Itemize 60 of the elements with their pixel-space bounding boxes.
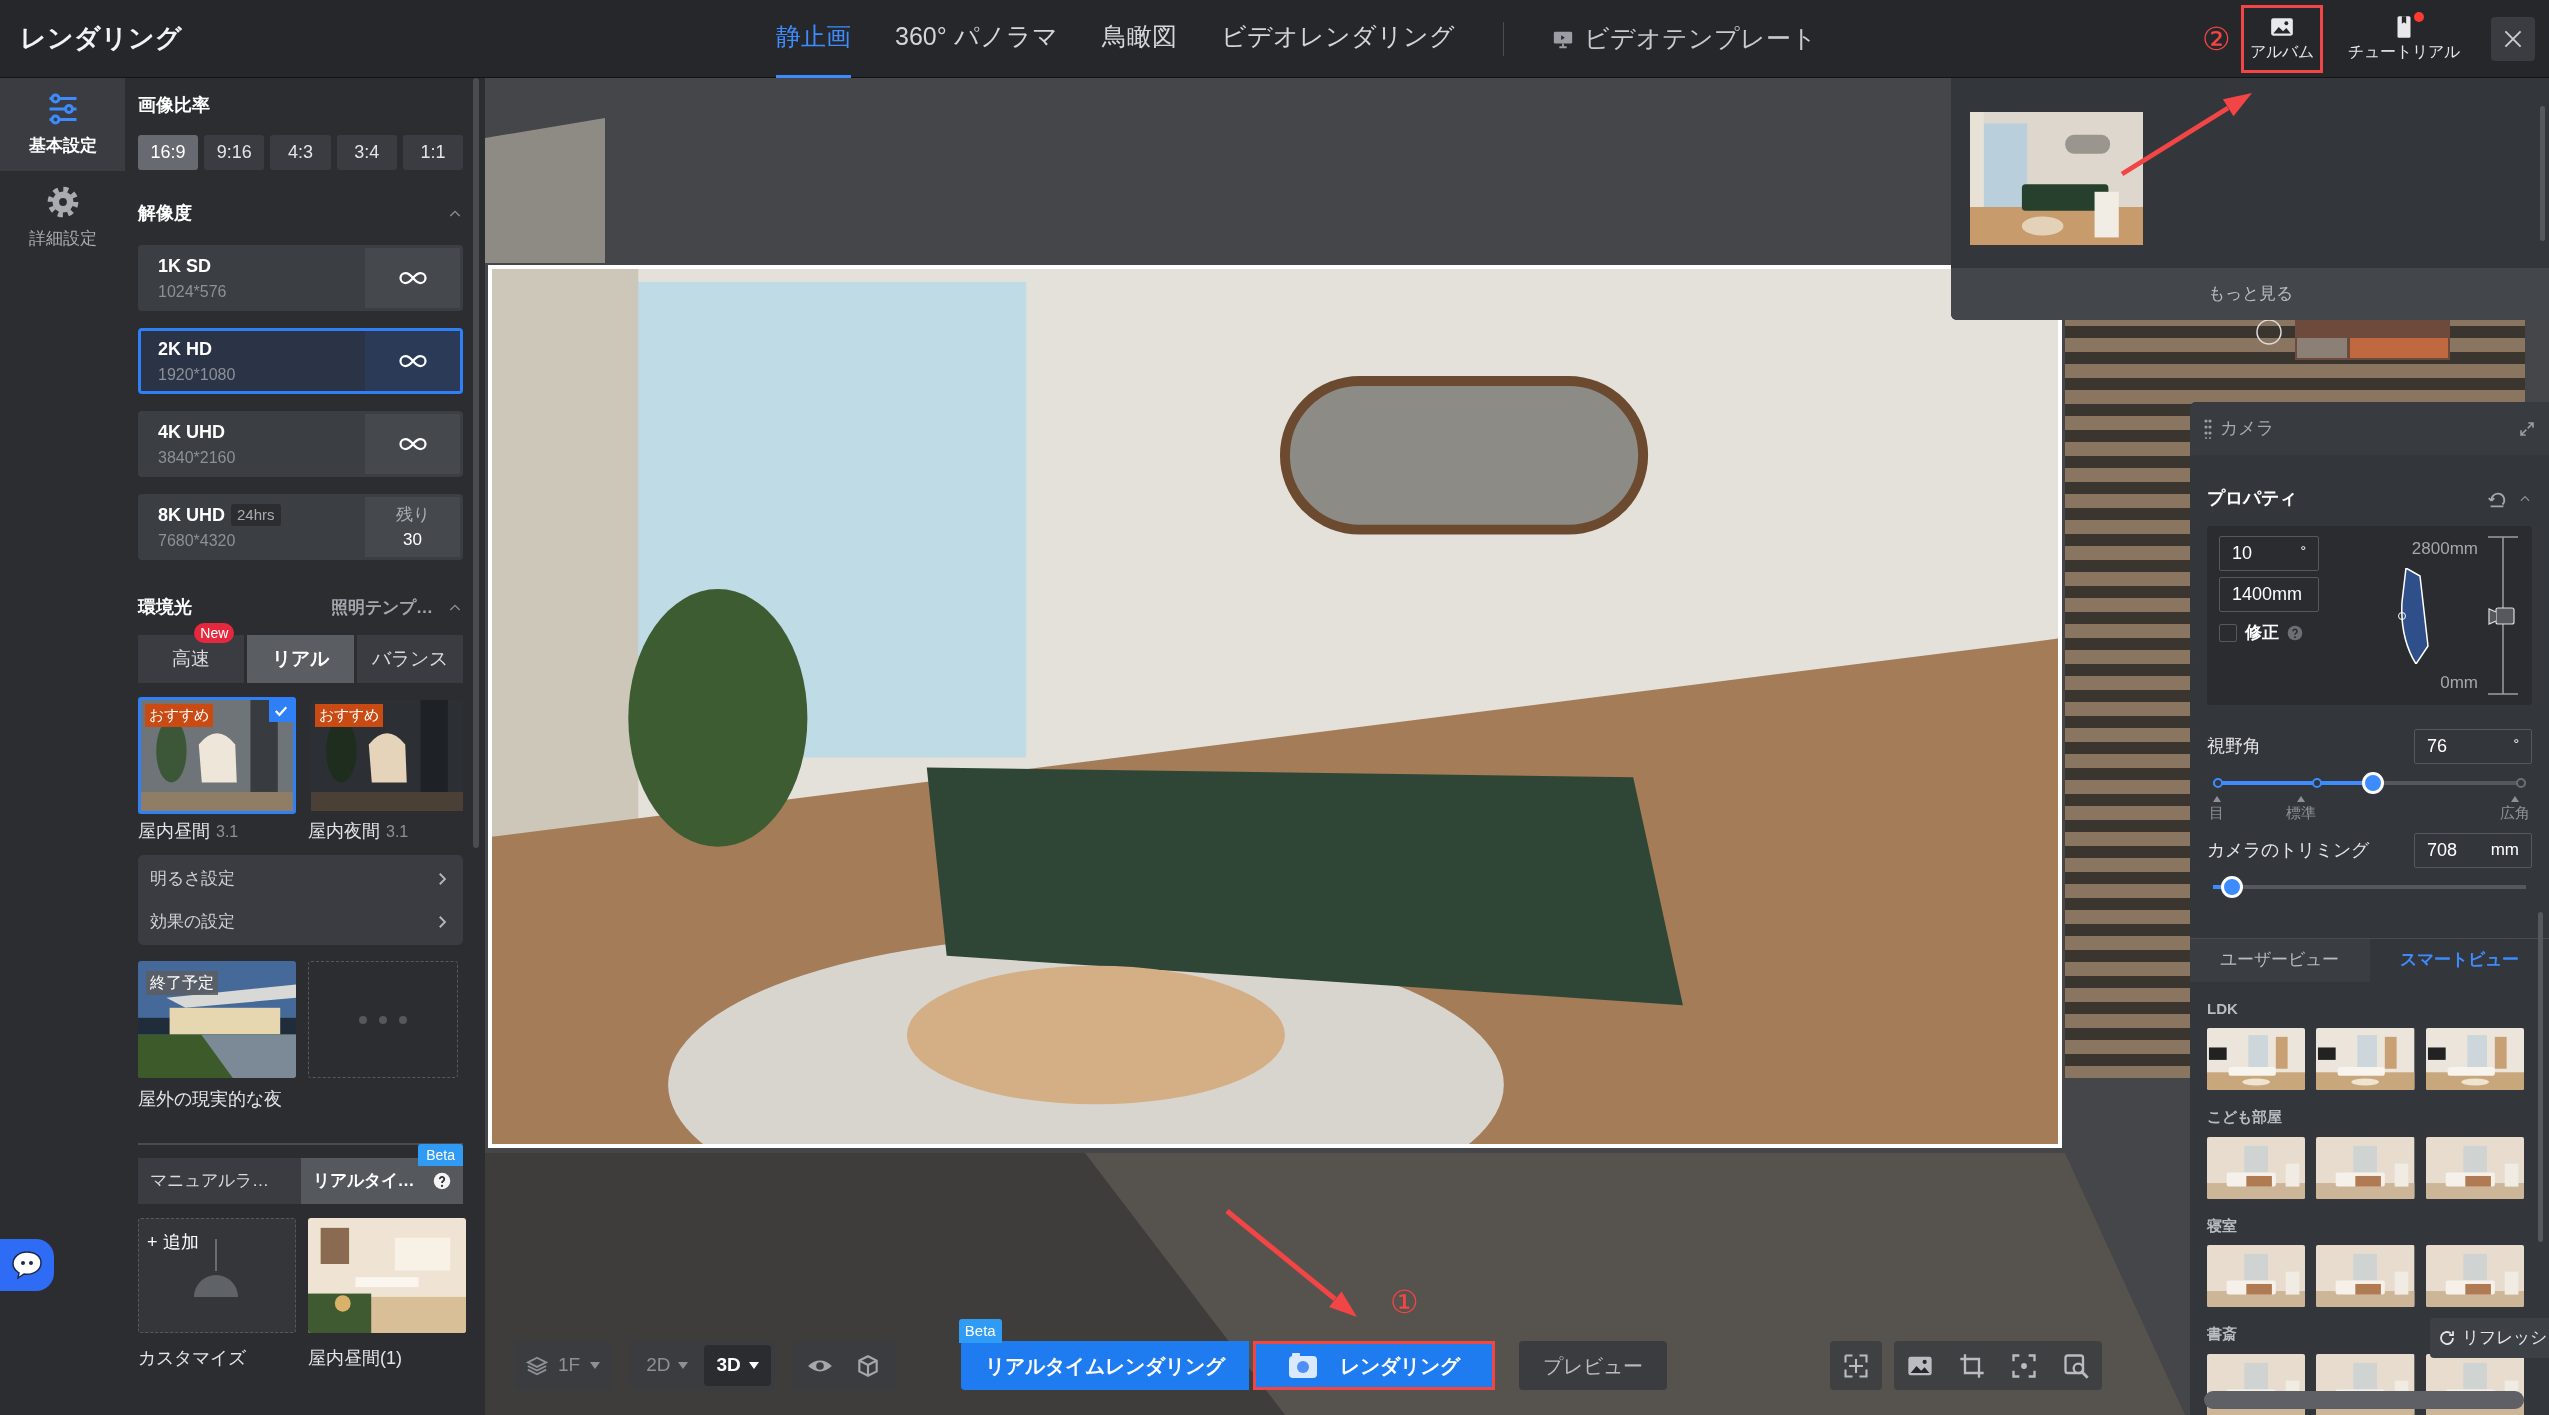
resolution-size: 1920*1080 bbox=[158, 364, 237, 385]
recommend-tag: おすすめ bbox=[315, 704, 383, 727]
lighting-mode-tab[interactable]: バランス bbox=[356, 635, 463, 683]
resolution-option[interactable]: 1K SD 1024*576 bbox=[138, 245, 463, 311]
mode-tab[interactable]: ビデオレンダリング bbox=[1220, 0, 1455, 78]
resolution-name: 2K HD bbox=[158, 337, 212, 361]
light-source-tab[interactable]: マニュアルラ… bbox=[138, 1158, 301, 1204]
resolution-size: 3840*2160 bbox=[158, 447, 237, 468]
beta-badge: Beta bbox=[418, 1144, 463, 1166]
ratio-option[interactable]: 3:4 bbox=[336, 135, 397, 170]
light-name: 屋内昼間(1) bbox=[308, 1347, 403, 1370]
mode-tab[interactable]: 360° パノラマ bbox=[895, 0, 1058, 78]
version-label: 3.1 bbox=[216, 822, 239, 842]
time-tag: 24hrs bbox=[231, 503, 281, 527]
mode-tab[interactable]: 鳥瞰図 bbox=[1101, 0, 1177, 78]
resolution-option[interactable]: 2K HD 1920*1080 bbox=[138, 328, 463, 394]
window-title: レンダリング bbox=[20, 22, 183, 55]
settings-row[interactable]: 明るさ設定 bbox=[138, 857, 463, 900]
ratio-option[interactable]: 4:3 bbox=[270, 135, 331, 170]
preset-card[interactable]: おすすめ bbox=[138, 697, 296, 814]
remaining-label: 残り bbox=[395, 503, 430, 526]
ratio-option[interactable]: 9:16 bbox=[204, 135, 265, 170]
add-light-button[interactable]: + 追加 bbox=[138, 1218, 296, 1333]
section-title: 環境光 bbox=[138, 596, 192, 619]
more-icon bbox=[358, 1014, 408, 1025]
section-title: 解像度 bbox=[138, 202, 192, 225]
tutorial-button[interactable]: チュートリアル bbox=[2333, 4, 2475, 73]
preset-name: 屋内昼間 bbox=[138, 820, 210, 843]
side-nav-item[interactable]: 詳細設定 bbox=[0, 171, 125, 264]
ratio-option[interactable]: 16:9 bbox=[138, 135, 199, 170]
preset-name: 屋外の現実的な夜 bbox=[138, 1088, 283, 1111]
resolution-name: 4K UHD bbox=[158, 420, 225, 444]
video-template-button[interactable]: ビデオテンプレート bbox=[1551, 19, 1817, 58]
help-icon bbox=[433, 1172, 451, 1190]
ending-tag: 終了予定 bbox=[146, 971, 218, 995]
remaining-count: 30 bbox=[403, 529, 422, 551]
light-name: カスタマイズ bbox=[138, 1347, 247, 1370]
new-badge: New bbox=[194, 623, 235, 643]
album-button[interactable]: アルバム bbox=[2241, 4, 2323, 73]
settings-row[interactable]: 効果の設定 bbox=[138, 900, 463, 943]
preset-card[interactable]: おすすめ bbox=[308, 697, 466, 814]
step-marker: ② bbox=[2202, 19, 2231, 59]
resolution-option[interactable]: 4K UHD 3840*2160 bbox=[138, 411, 463, 477]
close-button[interactable] bbox=[2491, 16, 2535, 61]
version-label: 3.1 bbox=[386, 822, 409, 842]
section-title: 画像比率 bbox=[138, 94, 211, 117]
resolution-name: 1K SD bbox=[158, 254, 211, 278]
resolution-size: 7680*4320 bbox=[158, 530, 237, 551]
scrollbar[interactable] bbox=[473, 78, 479, 848]
resolution-name: 8K UHD bbox=[158, 503, 225, 527]
recommend-tag: おすすめ bbox=[145, 704, 213, 727]
chat-button[interactable] bbox=[0, 1239, 54, 1291]
preset-name: 屋内夜間 bbox=[308, 820, 380, 843]
chat-icon bbox=[11, 1250, 43, 1280]
side-nav-item[interactable]: 基本設定 bbox=[0, 78, 125, 171]
ratio-option[interactable]: 1:1 bbox=[402, 135, 463, 170]
template-link[interactable]: 照明テンプ… bbox=[331, 594, 433, 621]
lighting-mode-tab[interactable]: リアル bbox=[247, 635, 354, 683]
resolution-size: 1024*576 bbox=[158, 281, 228, 302]
resolution-option[interactable]: 8K UHD 24hrs 7680*4320 残り 30 bbox=[138, 494, 463, 560]
